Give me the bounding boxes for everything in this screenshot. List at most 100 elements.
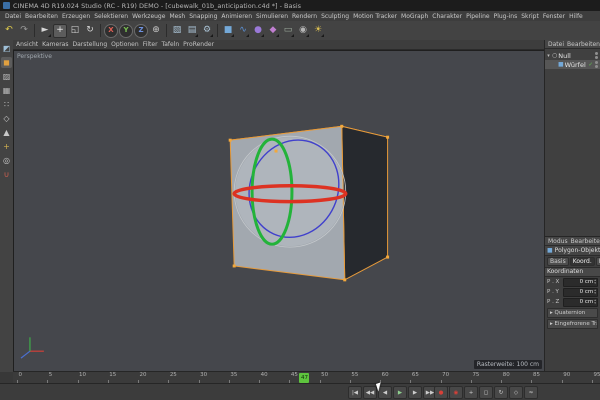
menu-werkzeuge[interactable]: Werkzeuge [130, 13, 167, 20]
render-picture-viewer-button[interactable]: ▤ [185, 24, 199, 38]
viewport[interactable]: Perspektive Rasterweite: 100 cm [13, 50, 545, 372]
stepper-down-icon[interactable]: ▾ [594, 281, 596, 286]
menu-bearbeiten[interactable]: Bearbeiten [23, 13, 60, 20]
cube-right-face[interactable] [341, 125, 389, 281]
visibility-dot[interactable] [595, 56, 598, 59]
play-button[interactable]: ▶ [393, 386, 407, 399]
coordinate-system-button[interactable]: ⊕ [149, 24, 163, 38]
viewport-menu-prorender[interactable]: ProRender [183, 41, 214, 48]
stepper-down-icon[interactable]: ▾ [594, 291, 596, 296]
object-manager[interactable]: ▾ ○ Null ■ Würfel ✓ [545, 49, 600, 237]
viewport-canvas[interactable] [14, 51, 544, 371]
record-pla-button[interactable]: ≈ [524, 386, 538, 399]
am-menu-modus[interactable]: Modus [548, 238, 568, 245]
quaternion-section[interactable]: ▸ Quaternion [547, 308, 598, 318]
viewport-menu-filter[interactable]: Filter [143, 41, 158, 48]
stepper-arrows[interactable]: ▴ ▾ [594, 299, 596, 306]
add-camera-button[interactable]: ◉ [296, 24, 310, 38]
tab-basis[interactable]: Basis [547, 257, 569, 266]
record-parameter-button[interactable]: ◇ [509, 386, 523, 399]
menu-sculpting[interactable]: Sculpting [319, 13, 351, 20]
polygons-mode-button[interactable]: ▲ [1, 127, 12, 138]
object-row-w-rfel[interactable]: ■ Würfel ✓ [545, 60, 600, 69]
texture-mode-button[interactable]: ▨ [1, 71, 12, 82]
menu-selektieren[interactable]: Selektieren [92, 13, 130, 20]
tab-koord[interactable]: Koord. [569, 257, 595, 266]
stepper-arrows[interactable]: ▴ ▾ [594, 279, 596, 286]
menu-erzeugen[interactable]: Erzeugen [60, 13, 92, 20]
enabled-state-icon[interactable]: ✓ [588, 62, 593, 68]
menu-plug-ins[interactable]: Plug-ins [492, 13, 520, 20]
visibility-toggles[interactable] [595, 61, 598, 68]
previous-key-button[interactable]: ◀◀ [363, 386, 377, 399]
coordinates-section-header[interactable]: Koordinaten [545, 268, 600, 277]
add-deformer-button[interactable]: ◆ [266, 24, 280, 38]
visibility-dot[interactable] [595, 65, 598, 68]
menu-fenster[interactable]: Fenster [541, 13, 567, 20]
menu-mograph[interactable]: MoGraph [399, 13, 430, 20]
edges-mode-button[interactable]: ◇ [1, 113, 12, 124]
am-menu-bearbeiten[interactable]: Bearbeiten [571, 238, 600, 245]
stepper-arrows[interactable]: ▴ ▾ [594, 289, 596, 296]
p-y-field[interactable]: 0 cm ▴ ▾ [563, 287, 598, 297]
scale-tool-button[interactable]: ◱ [68, 24, 82, 38]
menu-hilfe[interactable]: Hilfe [567, 13, 585, 20]
autokeying-button[interactable]: ◉ [449, 386, 463, 399]
record-position-button[interactable]: + [464, 386, 478, 399]
next-frame-button[interactable]: ▶ [408, 386, 422, 399]
rotate-tool-button[interactable]: ↻ [83, 24, 97, 38]
viewport-menu-darstellung[interactable]: Darstellung [72, 41, 107, 48]
visibility-toggles[interactable] [595, 52, 598, 59]
tab-phong[interactable]: Phong [595, 257, 600, 266]
viewport-menu-ansicht[interactable]: Ansicht [16, 41, 38, 48]
p-z-field[interactable]: 0 cm ▴ ▾ [563, 297, 598, 307]
workplane-mode-button[interactable]: ▦ [1, 85, 12, 96]
om-menu-datei[interactable]: Datei [548, 41, 564, 48]
add-spline-button[interactable]: ∿ [236, 24, 250, 38]
make-editable-button[interactable]: ◩ [1, 43, 12, 54]
viewport-solo-button[interactable]: ◎ [1, 155, 12, 166]
menu-charakter[interactable]: Charakter [430, 13, 464, 20]
menu-mesh[interactable]: Mesh [167, 13, 187, 20]
menu-skript[interactable]: Skript [519, 13, 541, 20]
add-subdivision-surface-button[interactable]: ● [251, 24, 265, 38]
frozen-transformation-section[interactable]: ▸ Eingefrorene Transf. [547, 319, 598, 329]
add-floor-button[interactable]: ▭ [281, 24, 295, 38]
visibility-dot[interactable] [595, 61, 598, 64]
model-mode-button[interactable]: ◼ [1, 57, 12, 68]
menu-pipeline[interactable]: Pipeline [464, 13, 491, 20]
add-cube-button[interactable]: ■ [221, 24, 235, 38]
p-x-field[interactable]: 0 cm ▴ ▾ [563, 277, 598, 287]
add-light-button[interactable]: ☀ [311, 24, 325, 38]
object-row-null[interactable]: ▾ ○ Null [545, 51, 600, 60]
render-settings-button[interactable]: ⚙ [200, 24, 214, 38]
snap-button[interactable]: ∪ [1, 169, 12, 180]
current-frame-marker[interactable]: 47 [299, 373, 310, 383]
viewport-menu-kameras[interactable]: Kameras [42, 41, 68, 48]
points-mode-button[interactable]: ∷ [1, 99, 12, 110]
record-scale-button[interactable]: ◻ [479, 386, 493, 399]
viewport-menu-tafeln[interactable]: Tafeln [162, 41, 180, 48]
render-view-button[interactable]: ▧ [170, 24, 184, 38]
menu-rendern[interactable]: Rendern [290, 13, 319, 20]
z-axis-lock-button[interactable]: Z [134, 23, 148, 38]
menu-simulieren[interactable]: Simulieren [254, 13, 290, 20]
move-tool-button[interactable]: + [53, 23, 67, 38]
stepper-down-icon[interactable]: ▾ [594, 301, 596, 306]
x-axis-lock-button[interactable]: X [104, 23, 118, 38]
expander-icon[interactable]: ▾ [546, 53, 551, 59]
live-selection-button[interactable]: ► [38, 24, 52, 38]
menu-snapping[interactable]: Snapping [187, 13, 219, 20]
om-menu-bearbeiten[interactable]: Bearbeiten [567, 41, 600, 48]
menu-animieren[interactable]: Animieren [219, 13, 254, 20]
redo-button[interactable]: ↷ [17, 24, 31, 38]
visibility-dot[interactable] [595, 52, 598, 55]
menu-datei[interactable]: Datei [3, 13, 23, 20]
menu-motion-tracker[interactable]: Motion Tracker [351, 13, 399, 20]
record-keyframe-button[interactable]: ● [434, 386, 448, 399]
record-rotation-button[interactable]: ↻ [494, 386, 508, 399]
goto-start-button[interactable]: |◀ [348, 386, 362, 399]
enable-axis-button[interactable]: + [1, 141, 12, 152]
undo-button[interactable]: ↶ [2, 24, 16, 38]
viewport-menu-optionen[interactable]: Optionen [111, 41, 139, 48]
